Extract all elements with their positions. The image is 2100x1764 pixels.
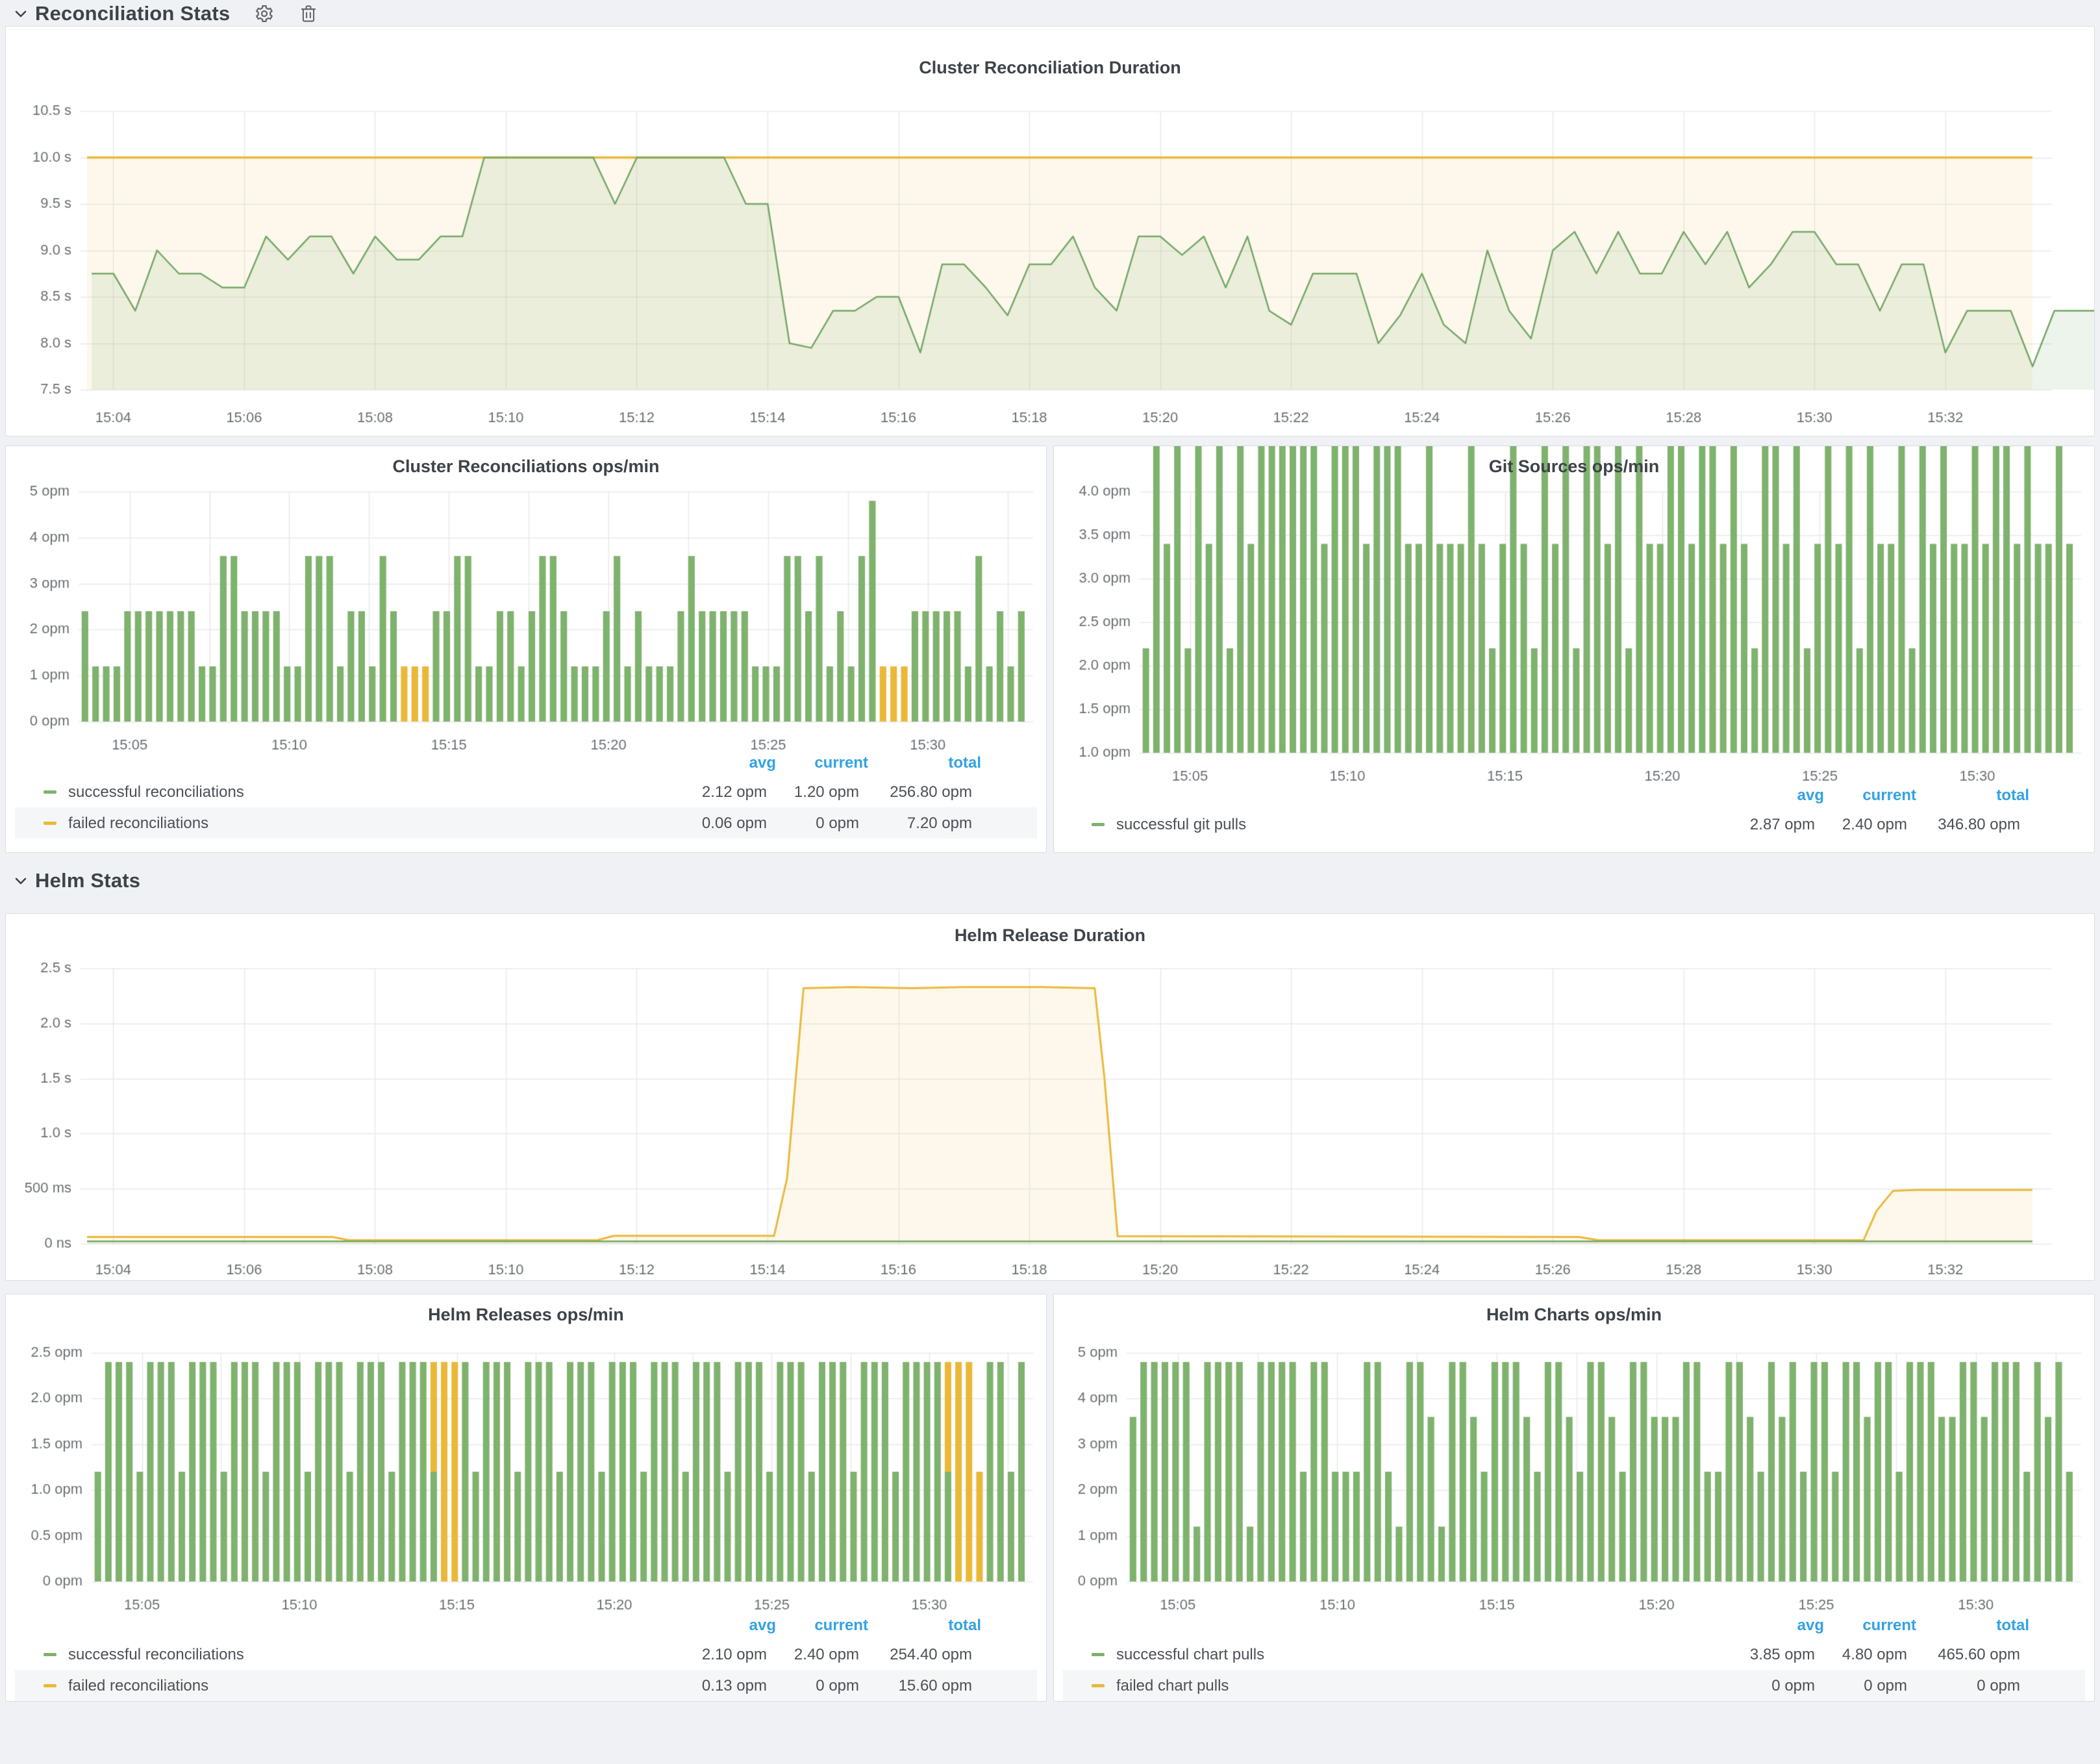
- legend-row: successful git pulls 2.87 opm 2.40 opm 346.…: [1063, 809, 2085, 840]
- legend-column-total[interactable]: total: [1996, 1617, 2029, 1635]
- legend-column-avg[interactable]: avg: [1797, 1617, 1824, 1635]
- series-stat-value: 256.80 opm: [890, 783, 972, 801]
- series-stat-value: 465.60 opm: [1938, 1646, 2020, 1664]
- git-sources-ops-chart[interactable]: [1054, 446, 2094, 852]
- legend-row: successful reconciliations 2.12 opm 1.20 o…: [15, 776, 1037, 807]
- panel-helm-release-duration: Helm Release Duration: [5, 913, 2095, 1281]
- legend-column-current[interactable]: current: [814, 754, 868, 772]
- series-stat-value: 0 opm: [1864, 1677, 1907, 1695]
- section-header-helm-stats[interactable]: Helm Stats: [14, 866, 140, 895]
- panel-helm-charts-ops: Helm Charts ops/min avg current total succe…: [1053, 1294, 2095, 1702]
- series-stat-value: 2.10 opm: [702, 1646, 767, 1664]
- series-name[interactable]: successful git pulls: [1116, 816, 1246, 834]
- series-stat-value: 0 opm: [816, 814, 859, 833]
- cluster-reconciliation-duration-chart[interactable]: [6, 27, 2094, 436]
- helm-release-duration-chart[interactable]: [6, 914, 2094, 1280]
- legend-column-current[interactable]: current: [1862, 787, 1916, 805]
- series-stat-value: 2.87 opm: [1750, 816, 1815, 834]
- panel-git-sources-ops: Git Sources ops/min avg current total succe…: [1053, 446, 2095, 853]
- section-title: Reconciliation Stats: [35, 2, 230, 25]
- chevron-down-icon: [14, 9, 27, 18]
- series-name[interactable]: failed reconciliations: [68, 814, 208, 833]
- series-stat-value: 2.40 opm: [794, 1646, 859, 1664]
- series-stat-value: 0 opm: [816, 1677, 859, 1695]
- series-stat-value: 15.60 opm: [899, 1677, 972, 1695]
- legend-column-current[interactable]: current: [1862, 1617, 1916, 1635]
- grafana-dashboard: { "colors": { "green": "#7EB26D", "green…: [0, 0, 2100, 1764]
- legend-column-avg[interactable]: avg: [1797, 787, 1824, 805]
- series-stat-value: 0 opm: [1771, 1677, 1815, 1695]
- panel-title[interactable]: Helm Charts ops/min: [1054, 1305, 2094, 1325]
- legend-column-total[interactable]: total: [948, 1617, 981, 1635]
- legend-row: failed reconciliations 0.06 opm 0 opm 7.20 …: [15, 807, 1037, 838]
- series-stat-value: 346.80 opm: [1938, 816, 2020, 834]
- panel-title[interactable]: Cluster Reconciliations ops/min: [6, 457, 1046, 477]
- gear-icon[interactable]: [255, 4, 274, 23]
- panel-cluster-reconciliations-ops: Cluster Reconciliations ops/min avg curre…: [5, 446, 1047, 853]
- panel-helm-releases-ops: Helm Releases ops/min avg current total suc…: [5, 1294, 1047, 1702]
- series-swatch-icon: [44, 790, 56, 794]
- series-stat-value: 7.20 opm: [907, 814, 972, 833]
- series-stat-value: 3.85 opm: [1750, 1646, 1815, 1664]
- series-name[interactable]: successful reconciliations: [68, 1646, 244, 1664]
- legend-row: successful chart pulls 3.85 opm 4.80 opm 46…: [1063, 1639, 2085, 1670]
- series-stat-value: 0.13 opm: [702, 1677, 767, 1695]
- legend-row: successful reconciliations 2.10 opm 2.40 o…: [15, 1639, 1037, 1670]
- legend-column-avg[interactable]: avg: [749, 1617, 776, 1635]
- panel-cluster-reconciliation-duration: Cluster Reconciliation Duration: [5, 26, 2095, 436]
- series-stat-value: 0.06 opm: [702, 814, 767, 833]
- series-swatch-icon: [44, 822, 56, 825]
- section-title: Helm Stats: [35, 869, 140, 892]
- series-stat-value: 4.80 opm: [1842, 1646, 1907, 1664]
- series-swatch-icon: [44, 1684, 56, 1687]
- series-stat-value: 2.12 opm: [702, 783, 767, 801]
- series-swatch-icon: [1092, 823, 1105, 826]
- series-name[interactable]: successful chart pulls: [1116, 1646, 1264, 1664]
- series-swatch-icon: [1092, 1653, 1105, 1656]
- legend-column-current[interactable]: current: [814, 1617, 868, 1635]
- panel-title[interactable]: Git Sources ops/min: [1054, 457, 2094, 477]
- panel-title[interactable]: Cluster Reconciliation Duration: [6, 58, 2094, 78]
- series-stat-value: 254.40 opm: [890, 1646, 972, 1664]
- panel-title[interactable]: Helm Releases ops/min: [6, 1305, 1046, 1325]
- series-swatch-icon: [44, 1653, 56, 1656]
- series-name[interactable]: failed chart pulls: [1116, 1677, 1229, 1695]
- legend-row: failed chart pulls 0 opm 0 opm 0 opm: [1063, 1670, 2085, 1701]
- section-header-reconciliation-stats[interactable]: Reconciliation Stats: [14, 0, 317, 27]
- chevron-down-icon: [14, 876, 27, 885]
- legend-row: failed reconciliations 0.13 opm 0 opm 15.60…: [15, 1670, 1037, 1701]
- series-name[interactable]: successful reconciliations: [68, 783, 244, 801]
- series-stat-value: 1.20 opm: [794, 783, 859, 801]
- legend-column-avg[interactable]: avg: [749, 754, 776, 772]
- series-name[interactable]: failed reconciliations: [68, 1677, 208, 1695]
- trash-icon[interactable]: [300, 4, 317, 23]
- legend-column-total[interactable]: total: [1996, 787, 2029, 805]
- panel-title[interactable]: Helm Release Duration: [6, 926, 2094, 946]
- legend-column-total[interactable]: total: [948, 754, 981, 772]
- series-swatch-icon: [1092, 1684, 1105, 1687]
- series-stat-value: 2.40 opm: [1842, 816, 1907, 834]
- series-stat-value: 0 opm: [1977, 1677, 2020, 1695]
